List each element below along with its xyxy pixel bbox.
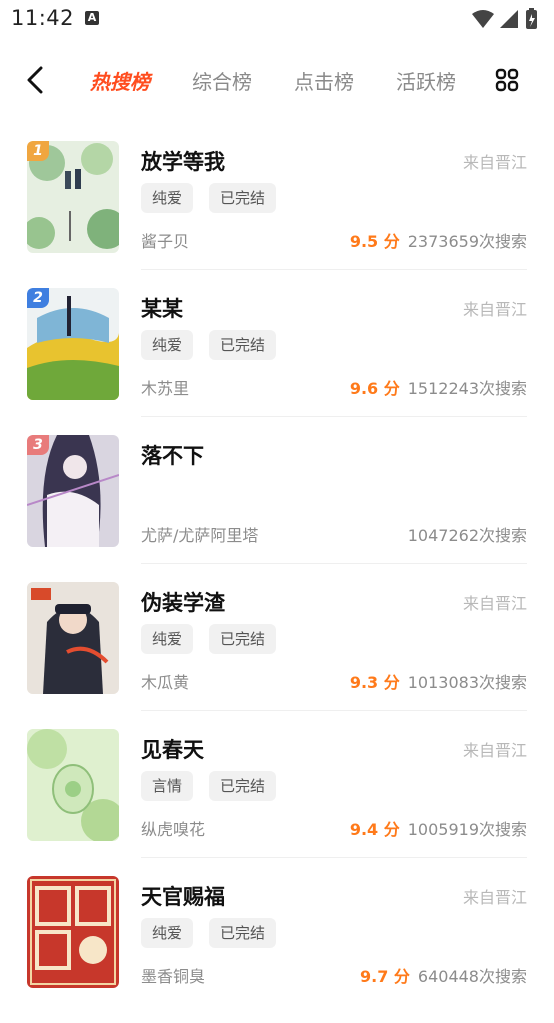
book-cover: [27, 582, 119, 694]
book-title: 放学等我: [141, 150, 225, 174]
book-stats: 9.3 分 1013083次搜索: [350, 669, 527, 693]
top-nav: 热搜榜 综合榜 点击榜 活跃榜: [0, 48, 554, 112]
book-score: 9.7 分: [359, 967, 410, 986]
divider: [141, 563, 527, 564]
status-bar: 11:42 A: [0, 0, 554, 40]
search-count: 1047262次搜索: [407, 526, 527, 545]
book-title: 落不下: [141, 444, 204, 468]
tab-active[interactable]: 活跃榜: [396, 66, 456, 95]
book-tag: 纯爱: [141, 330, 194, 360]
book-cover: 3: [27, 435, 119, 547]
status-icons: [472, 8, 537, 29]
notification-icon: A: [85, 11, 99, 25]
book-list-item[interactable]: 天官赐福 来自晋江 纯爱 已完结 墨香铜臭 9.7 分 640448次搜索: [0, 876, 554, 1023]
wifi-icon: [472, 10, 494, 28]
tab-clicks[interactable]: 点击榜: [294, 66, 354, 95]
divider: [141, 857, 527, 858]
book-source: 来自晋江: [462, 888, 527, 907]
book-tag: 已完结: [209, 330, 277, 360]
book-title: 天官赐福: [141, 885, 225, 909]
book-cover: [27, 876, 119, 988]
book-author: 尤萨/尤萨阿里塔: [141, 526, 259, 545]
search-count: 640448次搜索: [417, 967, 527, 986]
book-cover: 1: [27, 141, 119, 253]
search-count: 1013083次搜索: [407, 673, 527, 692]
book-title: 见春天: [141, 738, 204, 762]
divider: [141, 710, 527, 711]
divider: [141, 269, 527, 270]
book-stats: 9.5 分 2373659次搜索: [350, 228, 527, 252]
book-source: 来自晋江: [462, 153, 527, 172]
book-tag: 已完结: [209, 771, 277, 801]
book-tag: 纯爱: [141, 918, 194, 948]
book-title: 伪装学渣: [141, 591, 225, 615]
book-list-item[interactable]: 见春天 来自晋江 言情 已完结 纵虎嗅花 9.4 分 1005919次搜索: [0, 729, 554, 876]
book-tag: 已完结: [209, 918, 277, 948]
rank-badge: 3: [27, 435, 49, 455]
book-author: 木苏里: [141, 379, 190, 398]
book-tag: 已完结: [209, 624, 277, 654]
book-title: 某某: [141, 297, 183, 321]
book-source: 来自晋江: [462, 300, 527, 319]
rank-badge: 2: [27, 288, 49, 308]
book-score: 9.6 分: [349, 379, 400, 398]
tab-overall[interactable]: 综合榜: [192, 66, 252, 95]
book-stats: 9.6 分 1512243次搜索: [350, 375, 527, 399]
book-cover: 2: [27, 288, 119, 400]
book-list-item[interactable]: 3 落不下 尤萨/尤萨阿里塔 1047262次搜索: [0, 435, 554, 582]
search-count: 2373659次搜索: [407, 232, 527, 251]
book-cover: [27, 729, 119, 841]
signal-icon: [500, 10, 518, 28]
book-tag: 已完结: [209, 183, 277, 213]
book-score: 9.4 分: [349, 820, 400, 839]
tab-hot-search[interactable]: 热搜榜: [90, 66, 150, 95]
book-source: 来自晋江: [462, 594, 527, 613]
book-score: 9.3 分: [349, 673, 400, 692]
book-source: 来自晋江: [462, 741, 527, 760]
book-list-item[interactable]: 伪装学渣 来自晋江 纯爱 已完结 木瓜黄 9.3 分 1013083次搜索: [0, 582, 554, 729]
back-arrow-icon[interactable]: [24, 66, 48, 94]
book-tag: 纯爱: [141, 624, 194, 654]
book-author: 墨香铜臭: [141, 967, 206, 986]
search-count: 1005919次搜索: [407, 820, 527, 839]
book-stats: 9.4 分 1005919次搜索: [350, 816, 527, 840]
book-stats: 1047262次搜索: [408, 522, 527, 546]
book-list-item[interactable]: 2 某某 来自晋江 纯爱 已完结 木苏里 9.6 分 1512243次搜索: [0, 288, 554, 435]
book-list-item[interactable]: 1 放学等我 来自晋江 纯爱 已完结 酱子贝 9.5 分 2373659次搜索: [0, 141, 554, 288]
category-grid-icon[interactable]: [495, 68, 519, 92]
book-tag: 言情: [141, 771, 194, 801]
book-author: 纵虎嗅花: [141, 820, 206, 839]
book-stats: 9.7 分 640448次搜索: [360, 963, 527, 987]
book-score: 9.5 分: [349, 232, 400, 251]
rank-badge: 1: [27, 141, 49, 161]
search-count: 1512243次搜索: [407, 379, 527, 398]
status-time: 11:42: [11, 6, 75, 30]
book-tag: 纯爱: [141, 183, 194, 213]
book-author: 木瓜黄: [141, 673, 190, 692]
book-author: 酱子贝: [141, 232, 190, 251]
divider: [141, 416, 527, 417]
